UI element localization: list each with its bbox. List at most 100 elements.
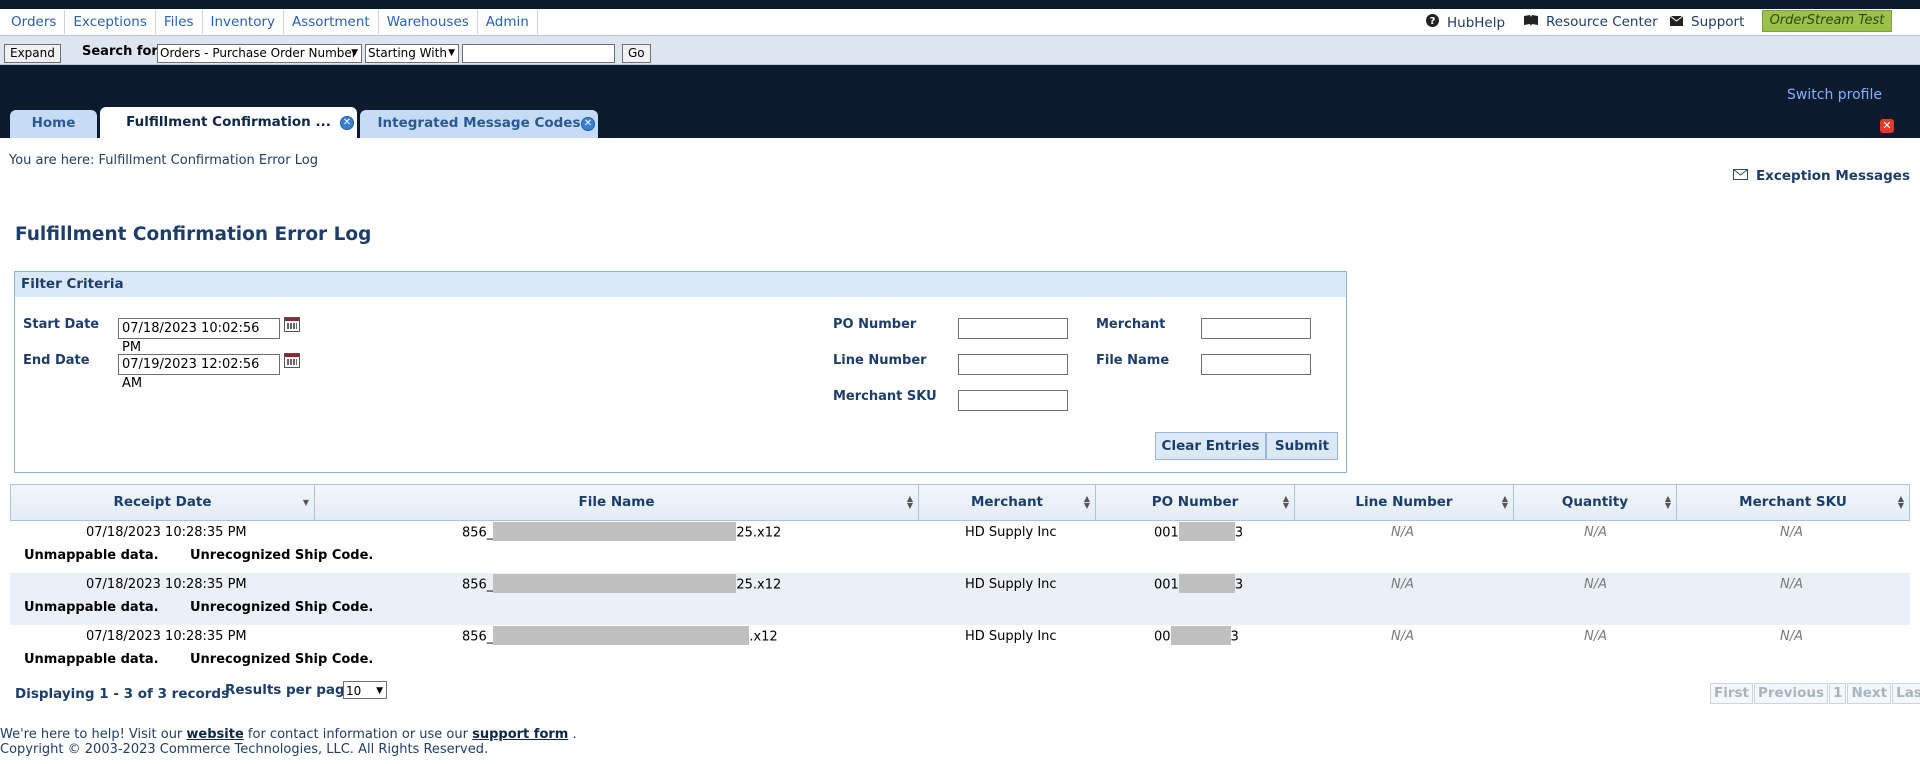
menu-assortment[interactable]: Assortment (284, 10, 379, 34)
tab-home[interactable]: Home (10, 110, 97, 138)
merchant-label: Merchant (1096, 317, 1166, 332)
tab-integrated-label: Integrated Message Codes (377, 115, 581, 131)
menu-orders[interactable]: Orders (3, 10, 66, 34)
next-page-button[interactable]: Next (1847, 683, 1892, 704)
file-prefix: 856_ (462, 629, 494, 645)
merchant-input[interactable] (1201, 318, 1311, 339)
column-po-number[interactable]: PO Number ▲ ▼ (1096, 485, 1295, 520)
results-grid: Receipt Date ▼ File Name ▲ ▼ Merchant ▲ ▼ PO … (10, 484, 1910, 677)
tab-fulfillment-confirmation[interactable]: Fulfillment Confirmation ... ✕ (100, 107, 357, 138)
results-per-page-label: Results per page (225, 682, 354, 698)
column-label: Quantity (1561, 494, 1629, 510)
close-all-tabs-icon[interactable]: ✕ (1880, 119, 1894, 133)
merchant-cell: HD Supply Inc (965, 629, 1057, 644)
search-bar: Expand Search for Orders - Purchase Orde… (0, 36, 1920, 65)
search-input[interactable] (462, 44, 615, 63)
column-quantity[interactable]: Quantity ▲ ▼ (1514, 485, 1677, 520)
main-menu: Orders Exceptions Files Inventory Assort… (3, 10, 538, 34)
receipt-date-cell: 07/18/2023 10:28:35 PM (86, 525, 247, 540)
line-number-input[interactable] (958, 354, 1068, 375)
file-name-input[interactable] (1201, 354, 1311, 375)
menu-warehouses[interactable]: Warehouses (378, 10, 478, 34)
support-label: Support (1691, 14, 1745, 30)
hubhelp-label: HubHelp (1447, 14, 1506, 31)
switch-profile-link[interactable]: Switch profile (1787, 87, 1882, 103)
footer: We're here to help! Visit our website fo… (0, 727, 577, 757)
svg-text:?: ? (1430, 16, 1436, 27)
line-number-cell: N/A (1391, 525, 1414, 540)
chevron-down-icon: ▼ (351, 48, 358, 58)
submit-button[interactable]: Submit (1266, 432, 1338, 460)
current-page[interactable]: 1 (1829, 683, 1847, 704)
search-type-select[interactable]: Orders - Purchase Order Number ▼ (157, 44, 362, 63)
search-mode-value: Starting With (368, 46, 447, 60)
column-line-number[interactable]: Line Number ▲ ▼ (1295, 485, 1514, 520)
close-tab-icon[interactable]: ✕ (581, 117, 595, 131)
resource-center-link[interactable]: Resource Center (1524, 14, 1658, 30)
hubhelp-link[interactable]: ? HubHelp (1426, 14, 1505, 31)
redacted-block (1178, 522, 1235, 541)
expand-button[interactable]: Expand (4, 44, 61, 63)
menu-admin[interactable]: Admin (477, 10, 538, 34)
first-page-button[interactable]: First (1710, 683, 1753, 704)
start-date-input[interactable]: 07/18/2023 10:02:56 PM (118, 318, 280, 355)
mail-icon (1669, 14, 1684, 30)
sort-icon: ▲ ▼ (1897, 494, 1904, 510)
envelope-icon (1732, 168, 1748, 184)
file-suffix: 25.x12 (736, 577, 782, 593)
menu-exceptions[interactable]: Exceptions (65, 10, 156, 34)
last-page-button[interactable]: Last (1892, 683, 1920, 704)
results-per-page-select[interactable]: 10 ▼ (343, 681, 387, 699)
calendar-icon[interactable] (284, 353, 300, 368)
previous-page-button[interactable]: Previous (1754, 683, 1829, 704)
quantity-cell: N/A (1584, 525, 1607, 540)
line-number-label: Line Number (833, 353, 927, 368)
column-receipt-date[interactable]: Receipt Date ▼ (11, 485, 315, 520)
environment-badge: OrderStream Test (1762, 10, 1892, 32)
po-number-input[interactable] (958, 318, 1068, 339)
column-merchant[interactable]: Merchant ▲ ▼ (919, 485, 1096, 520)
redacted-block (493, 626, 750, 645)
merchant-cell: HD Supply Inc (965, 577, 1057, 592)
menu-inventory[interactable]: Inventory (202, 10, 284, 34)
clear-entries-button[interactable]: Clear Entries (1155, 432, 1266, 460)
sort-desc-icon: ▼ (302, 498, 309, 507)
column-file-name[interactable]: File Name ▲ ▼ (315, 485, 919, 520)
support-form-link[interactable]: support form (472, 727, 568, 742)
redacted-block (493, 574, 737, 593)
po-suffix: 3 (1230, 629, 1239, 645)
error-type: Unmappable data. (24, 652, 159, 667)
support-link[interactable]: Support (1669, 14, 1745, 30)
po-suffix: 3 (1234, 525, 1244, 541)
merchant-sku-input[interactable] (958, 390, 1068, 411)
chevron-down-icon: ▼ (448, 48, 455, 58)
merchant-sku-cell: N/A (1780, 577, 1803, 592)
end-date-input[interactable]: 07/19/2023 12:02:56 AM (118, 354, 280, 391)
close-tab-icon[interactable]: ✕ (340, 116, 354, 130)
po-prefix: 00 (1154, 629, 1171, 645)
help-text-1: We're here to help! Visit our (0, 727, 187, 742)
file-name-cell: 856_ .x12 (462, 626, 778, 645)
calendar-icon[interactable] (284, 317, 300, 332)
menu-bar: Orders Exceptions Files Inventory Assort… (0, 9, 1920, 36)
tab-integrated-message-codes[interactable]: Integrated Message Codes ✕ (360, 110, 598, 138)
file-suffix: 25.x12 (736, 525, 782, 541)
table-row[interactable]: 07/18/2023 10:28:35 PM 856_ 25.x12 HD Sup… (10, 573, 1910, 625)
copyright: Copyright © 2003-2023 Commerce Technolog… (0, 742, 489, 757)
file-prefix: 856_ (462, 525, 494, 541)
error-type: Unmappable data. (24, 600, 159, 615)
go-button[interactable]: Go (622, 44, 651, 63)
menu-files[interactable]: Files (155, 10, 203, 34)
table-row[interactable]: 07/18/2023 10:28:35 PM 856_ .x12 HD Suppl… (10, 625, 1910, 677)
exception-messages-link[interactable]: Exception Messages (1732, 168, 1910, 184)
website-link[interactable]: website (186, 727, 243, 742)
file-name-cell: 856_ 25.x12 (462, 522, 782, 541)
column-merchant-sku[interactable]: Merchant SKU ▲ ▼ (1677, 485, 1909, 520)
resource-center-label: Resource Center (1546, 14, 1658, 30)
line-number-cell: N/A (1391, 577, 1414, 592)
breadcrumb: You are here: Fulfillment Confirmation E… (9, 153, 318, 168)
error-message: Unrecognized Ship Code. (190, 548, 374, 563)
table-row[interactable]: 07/18/2023 10:28:35 PM 856_ 25.x12 HD Sup… (10, 521, 1910, 573)
search-mode-select[interactable]: Starting With ▼ (365, 44, 459, 63)
file-prefix: 856_ (462, 577, 494, 593)
